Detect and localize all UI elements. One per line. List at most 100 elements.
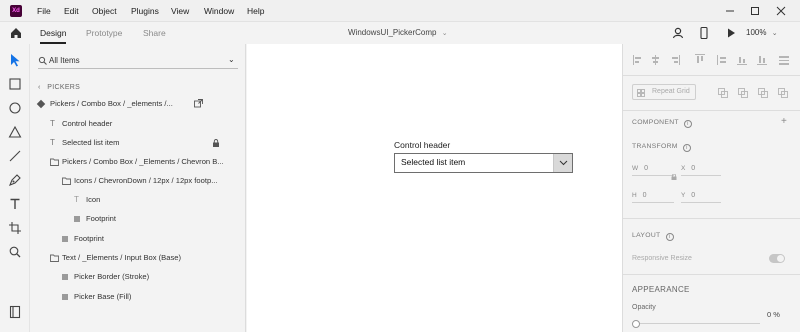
zoom-tool-icon[interactable] [7,244,23,260]
y-field[interactable]: Y 0 [681,189,721,203]
app-logo: Xd [10,5,22,17]
repeat-grid-button[interactable]: Repeat Grid [632,84,696,100]
chevron-button[interactable] [553,154,572,172]
lock-icon[interactable] [212,139,220,147]
info-icon[interactable]: i [683,120,692,128]
opacity-label: Opacity [632,304,656,311]
responsive-resize-toggle[interactable] [769,254,785,263]
layer-row[interactable]: Icons / ChevronDown / 12px / 12px footp.… [62,173,237,189]
document-assets-icon[interactable] [7,304,23,320]
toggle-knob [777,255,784,262]
divider [623,75,800,76]
combo-box[interactable]: Selected list item [394,153,573,173]
chevron-down-icon [559,160,568,166]
home-icon[interactable] [9,26,23,40]
tab-share[interactable]: Share [143,22,166,44]
combo-box-header: Control header [394,140,451,150]
component-section-label: COMPONENT [632,119,679,126]
text-tool-icon[interactable] [7,196,23,212]
artboard-tool-icon[interactable] [7,220,23,236]
divider [623,274,800,275]
info-icon[interactable]: i [665,233,674,241]
layer-label: Footprint [86,214,116,223]
edit-master-icon[interactable] [194,99,203,108]
width-field-value: 0 [644,165,648,172]
chevron-down-icon: ⌄ [228,55,235,64]
text-layer-icon: T [74,195,79,204]
play-icon[interactable] [725,26,737,40]
tab-design[interactable]: Design [40,22,66,44]
line-tool-icon[interactable] [7,148,23,164]
layer-row[interactable]: T Icon [74,192,234,208]
rectangle-tool-icon[interactable] [7,76,23,92]
slider-track [632,323,760,324]
lock-aspect-icon[interactable] [671,174,677,180]
component-section-title: COMPONENT i [632,119,692,128]
menu-edit[interactable]: Edit [64,0,79,22]
polygon-tool-icon[interactable] [7,124,23,140]
height-field-label: H [632,192,637,199]
tab-prototype[interactable]: Prototype [86,22,122,44]
combo-box-value: Selected list item [401,157,466,167]
x-field-value: 0 [691,165,696,172]
device-preview-icon[interactable] [698,26,710,40]
y-field-value: 0 [691,192,696,199]
chevron-left-icon: ‹ [38,84,41,91]
responsive-resize-label: Responsive Resize [632,255,692,262]
select-tool-icon[interactable] [7,52,23,68]
layer-row[interactable]: Picker Border (Stroke) [62,269,232,285]
layer-row[interactable]: T Selected list item [50,135,235,151]
align-toolbar [633,54,793,66]
tool-rail [0,44,30,332]
search-icon [38,56,48,66]
layer-filter[interactable]: All Items ⌄ [38,55,238,69]
layer-label: Picker Base (Fill) [74,292,132,301]
component-row[interactable]: Pickers / Combo Box / _elements /... [36,96,238,112]
maximize-icon[interactable] [747,3,763,19]
layer-row[interactable]: Text / _Elements / Input Box (Base) [50,250,235,266]
layer-row[interactable]: Footprint [74,211,234,227]
layer-row[interactable]: Picker Base (Fill) [62,289,232,305]
design-canvas[interactable]: Control header Selected list item [247,44,622,332]
opacity-slider[interactable] [632,320,760,328]
layer-row[interactable]: T Control header [50,116,235,132]
component-label: Pickers / Combo Box / _elements /... [50,99,173,108]
layer-row[interactable]: Pickers / Combo Box / _Elements / Chevro… [50,154,235,170]
menu-window[interactable]: Window [204,0,234,22]
menu-help[interactable]: Help [247,0,264,22]
info-icon[interactable]: i [682,144,691,152]
menu-view[interactable]: View [171,0,189,22]
width-field-label: W [632,165,639,172]
document-title[interactable]: WindowsUI_PickerComp ⌄ [348,22,448,44]
menu-file[interactable]: File [37,0,51,22]
width-field[interactable]: W 0 [632,162,674,176]
slider-handle[interactable] [632,320,640,328]
close-icon[interactable] [773,3,789,19]
layer-filter-label: All Items [49,56,80,65]
user-account-icon[interactable] [671,26,685,40]
transform-section-title: TRANSFORM i [632,143,691,152]
rectangle-layer-icon [62,294,68,300]
rectangle-layer-icon [62,236,68,242]
pen-tool-icon[interactable] [7,172,23,188]
add-component-icon[interactable]: + [781,116,787,127]
boolean-ops-toolbar [718,88,793,98]
layer-label: Footprint [74,234,104,243]
layout-section-title: LAYOUT i [632,232,674,241]
layer-row[interactable]: Footprint [62,231,232,247]
breadcrumb-label: PICKERS [47,84,81,91]
divider [623,218,800,219]
height-field[interactable]: H 0 [632,189,674,203]
chevron-down-icon: ⌄ [771,30,778,37]
layers-panel: All Items ⌄ ‹ PICKERS Pickers / Combo Bo… [30,44,246,332]
opacity-value[interactable]: 0 % [767,310,780,319]
zoom-level[interactable]: 100% ⌄ [746,22,778,44]
minimize-icon[interactable] [722,3,738,19]
ellipse-tool-icon[interactable] [7,100,23,116]
menu-object[interactable]: Object [92,0,117,22]
menu-plugins[interactable]: Plugins [131,0,159,22]
x-field[interactable]: X 0 [681,162,721,176]
layer-label: Text / _Elements / Input Box (Base) [62,253,182,262]
breadcrumb[interactable]: ‹ PICKERS [38,84,80,91]
layer-label: Icons / ChevronDown / 12px / 12px footp.… [74,176,218,185]
